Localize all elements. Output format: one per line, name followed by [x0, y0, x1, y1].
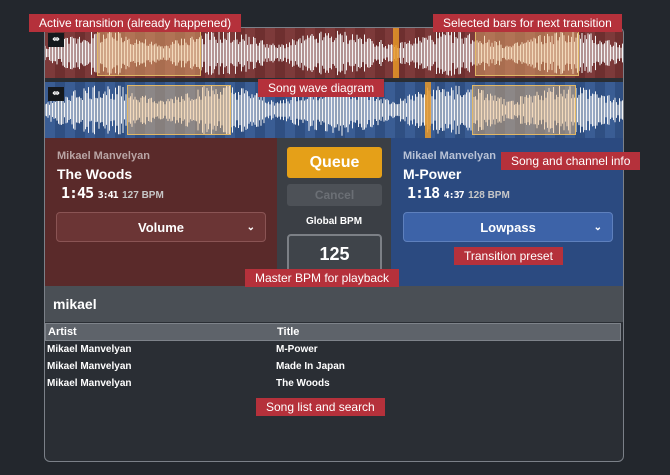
row-artist: Mikael Manvelyan	[47, 344, 132, 355]
row-title: M-Power	[276, 344, 318, 355]
column-header-artist[interactable]: Artist	[48, 326, 77, 338]
deck-left-total-time: 3:41	[97, 190, 119, 201]
deck-right-current-time: 1:18	[407, 184, 440, 202]
cancel-button[interactable]: Cancel	[287, 184, 382, 206]
annotation-transition-preset: Transition preset	[454, 247, 563, 265]
deck-right-preset-label: Lowpass	[480, 220, 536, 235]
transition-region-active[interactable]	[97, 30, 201, 76]
row-artist: Mikael Manvelyan	[47, 361, 132, 372]
transition-region-next[interactable]	[475, 30, 579, 76]
split-icon[interactable]: ⇹	[48, 33, 64, 47]
song-table: Artist Title Mikael Manvelyan M-Power Mi…	[45, 323, 621, 392]
annotation-selected-bars: Selected bars for next transition	[433, 14, 622, 32]
deck-right-artist: Mikael Manvelyan	[403, 150, 496, 162]
annotation-active-transition: Active transition (already happened)	[29, 14, 242, 32]
row-title: The Woods	[276, 378, 330, 389]
annotation-song-channel-info: Song and channel info	[501, 152, 641, 170]
transition-region-next[interactable]	[472, 85, 576, 135]
deck-right-title: M-Power	[403, 166, 462, 182]
annotation-wave-diagram: Song wave diagram	[258, 79, 385, 97]
queue-button[interactable]: Queue	[287, 147, 382, 178]
deck-left-preset-select[interactable]: Volume ⌄	[56, 212, 266, 242]
annotation-master-bpm: Master BPM for playback	[245, 269, 400, 287]
deck-left-bpm: 127 BPM	[122, 190, 164, 201]
annotation-song-list: Song list and search	[256, 398, 385, 416]
waveform-top[interactable]: ⇹	[45, 28, 623, 78]
row-title: Made In Japan	[276, 361, 345, 372]
table-row[interactable]: Mikael Manvelyan Made In Japan	[45, 358, 621, 375]
playhead-top[interactable]	[393, 28, 399, 78]
row-artist: Mikael Manvelyan	[47, 378, 132, 389]
center-controls: Queue Cancel Global BPM 125	[277, 138, 391, 286]
deck-right-bpm: 128 BPM	[468, 190, 510, 201]
global-bpm-input[interactable]: 125	[287, 234, 382, 274]
global-bpm-label: Global BPM	[305, 216, 363, 227]
transition-region-active[interactable]	[127, 85, 231, 135]
deck-right-total-time: 4:37	[443, 190, 465, 201]
chevron-down-icon: ⌄	[246, 222, 255, 233]
chevron-down-icon: ⌄	[593, 222, 602, 233]
column-header-title[interactable]: Title	[277, 326, 299, 338]
table-row[interactable]: Mikael Manvelyan M-Power	[45, 341, 621, 358]
search-input[interactable]: mikael	[45, 286, 623, 322]
playhead-bottom[interactable]	[425, 82, 431, 138]
deck-left-preset-label: Volume	[138, 220, 184, 235]
deck-right-preset-select[interactable]: Lowpass ⌄	[403, 212, 613, 242]
deck-right-timeline: 1:18 4:37 128 BPM	[407, 184, 510, 203]
table-row[interactable]: Mikael Manvelyan The Woods	[45, 375, 621, 392]
deck-left: Mikael Manvelyan The Woods 1:45 3:41 127…	[45, 138, 277, 286]
deck-left-current-time: 1:45	[61, 184, 94, 202]
deck-left-timeline: 1:45 3:41 127 BPM	[61, 184, 164, 203]
table-header: Artist Title	[45, 323, 621, 341]
split-icon[interactable]: ⇹	[48, 87, 64, 101]
deck-left-title: The Woods	[57, 166, 133, 182]
deck-left-artist: Mikael Manvelyan	[57, 150, 150, 162]
